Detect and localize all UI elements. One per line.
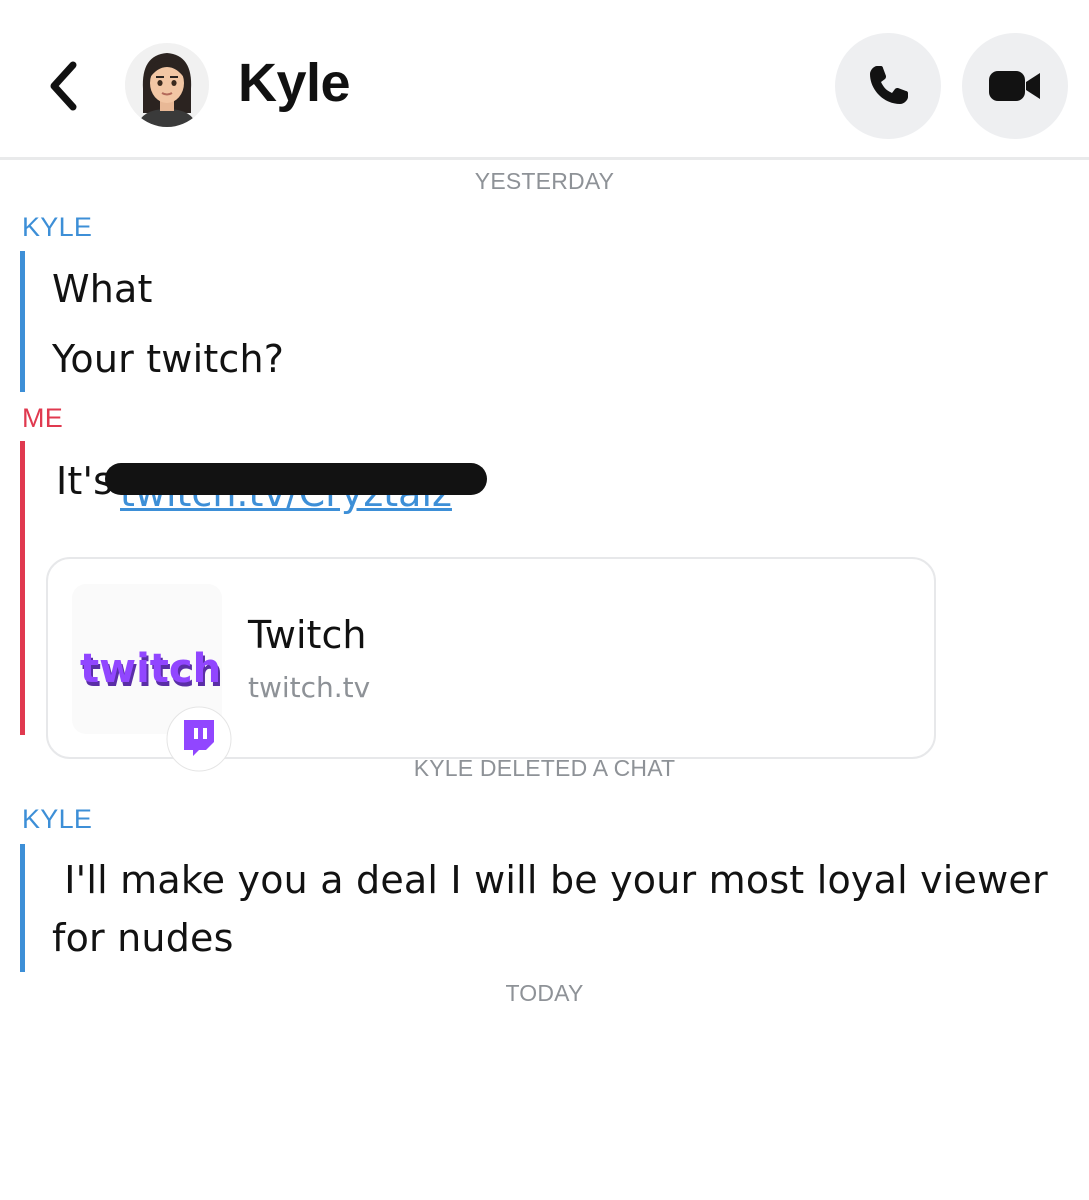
avatar[interactable] [125, 43, 209, 127]
chevron-left-icon [50, 61, 77, 111]
voice-call-button[interactable] [835, 33, 941, 139]
link-preview-domain: twitch.tv [248, 671, 371, 704]
sender-label-kyle: KYLE [22, 212, 93, 242]
message-text[interactable]: Your twitch? [52, 337, 284, 381]
date-separator-today: TODAY [505, 980, 584, 1006]
link-preview-title: Twitch [248, 613, 367, 657]
message-group-me: It's twitch.tv/Cryztaiz twitch twitch Tw… [20, 441, 1060, 772]
message-text[interactable]: I'll make you a deal I will be your most… [52, 858, 1048, 902]
message-group-kyle-1: What Your twitch? [20, 251, 1060, 392]
back-button[interactable] [38, 56, 88, 116]
sender-bar-me [20, 441, 25, 735]
video-camera-icon [989, 71, 1040, 101]
svg-text:twitch: twitch [80, 646, 221, 692]
chat-screen: Kyle YESTERDAY KYLE What Your twitch? ME… [0, 0, 1089, 1200]
sender-bar-kyle [20, 251, 25, 392]
deleted-chat-notice: KYLE DELETED A CHAT [413, 755, 676, 781]
chat-header: Kyle [0, 0, 1089, 160]
phone-icon [870, 66, 908, 104]
contact-name[interactable]: Kyle [238, 52, 351, 114]
sender-label-kyle: KYLE [22, 804, 93, 834]
bitmoji-avatar-icon [125, 43, 209, 127]
sender-label-me: ME [22, 403, 64, 433]
video-call-button[interactable] [962, 33, 1068, 139]
message-group-kyle-2: I'll make you a deal I will be your most… [20, 844, 1070, 972]
date-separator-yesterday: YESTERDAY [474, 168, 615, 194]
link-preview-thumbnail: twitch twitch [72, 584, 232, 772]
sender-bar-kyle [20, 844, 25, 972]
message-text[interactable]: What [52, 267, 153, 311]
redaction-mark [105, 463, 487, 495]
message-text[interactable]: for nudes [52, 916, 234, 960]
link-preview-card[interactable]: twitch twitch Twitch twitch.tv [46, 557, 936, 772]
